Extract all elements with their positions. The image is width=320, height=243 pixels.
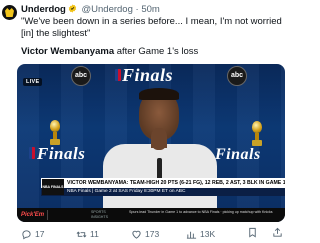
ticker-source: SPORTS INSIGHTS (91, 210, 108, 219)
live-badge: LIVE (23, 78, 43, 86)
lower-third-subline: NBA Finals | Game 2 at SAS Friday 8:30PM… (41, 188, 285, 196)
action-bar: 17 11 173 13K (21, 227, 283, 241)
like-button[interactable]: 173 (131, 227, 159, 241)
tweet-card[interactable]: Underdog @Underdog · 50m "We've been dow… (0, 0, 285, 243)
share-icon (273, 227, 282, 237)
retweet-count: 11 (90, 229, 99, 239)
bookmark-icon (249, 227, 256, 238)
abc-logo-icon: abc (227, 66, 247, 86)
views-button[interactable]: 13K (186, 227, 215, 241)
retweet-button[interactable]: 11 (76, 227, 99, 241)
views-count: 13K (200, 229, 216, 239)
ticker-divider (47, 210, 48, 220)
pickem-brand: Pick'Em (21, 212, 45, 218)
reply-icon (22, 229, 31, 239)
like-count: 173 (145, 229, 160, 239)
reply-button[interactable]: 17 (21, 227, 44, 241)
heart-icon (132, 230, 141, 239)
lower-third-graphic: VICTOR WEMBANYAMA: TEAM-HIGH 20 PTS (6-2… (41, 178, 285, 204)
caption-subject: Victor Wembanyama (21, 46, 115, 57)
video-player[interactable]: abc Finals abc Finals Finals LIVE VICTOR… (17, 64, 285, 222)
tweet-caption: Victor Wembanyama after Game 1's loss (21, 46, 198, 58)
nba-logo-icon (29, 147, 35, 159)
reply-count: 17 (35, 229, 45, 239)
author-name[interactable]: Underdog (21, 4, 66, 15)
tweet-header: Underdog @Underdog · 50m (21, 4, 160, 16)
caption-rest: after Game 1's loss (114, 46, 199, 57)
finals-logo: Finals (122, 65, 174, 85)
timestamp[interactable]: 50m (141, 4, 159, 15)
trophy-icon (47, 120, 63, 146)
views-icon (186, 231, 197, 239)
separator-dot: · (135, 4, 139, 15)
ticker-text: Spurs lead Thunder in Game 1 to advance … (129, 210, 273, 214)
author-handle[interactable]: @Underdog (82, 4, 133, 15)
share-button[interactable] (272, 227, 283, 238)
nba-finals-logo: NBA FINALS (42, 179, 64, 195)
finals-logo: Finals (37, 144, 86, 163)
abc-logo-icon: abc (71, 66, 91, 86)
nba-logo-icon (115, 69, 121, 81)
lower-third-headline: VICTOR WEMBANYAMA: TEAM-HIGH 20 PTS (6-2… (41, 178, 285, 188)
verified-badge-icon (68, 4, 77, 13)
trophy-icon (249, 121, 265, 147)
underdog-logo-icon (5, 8, 14, 17)
bookmark-button[interactable] (247, 227, 258, 238)
retweet-icon (76, 231, 87, 237)
news-ticker: Pick'Em SPORTS INSIGHTS Spurs lead Thund… (17, 208, 285, 222)
tweet-text: "We've been down in a series before... I… (21, 16, 282, 39)
avatar[interactable] (2, 5, 17, 20)
